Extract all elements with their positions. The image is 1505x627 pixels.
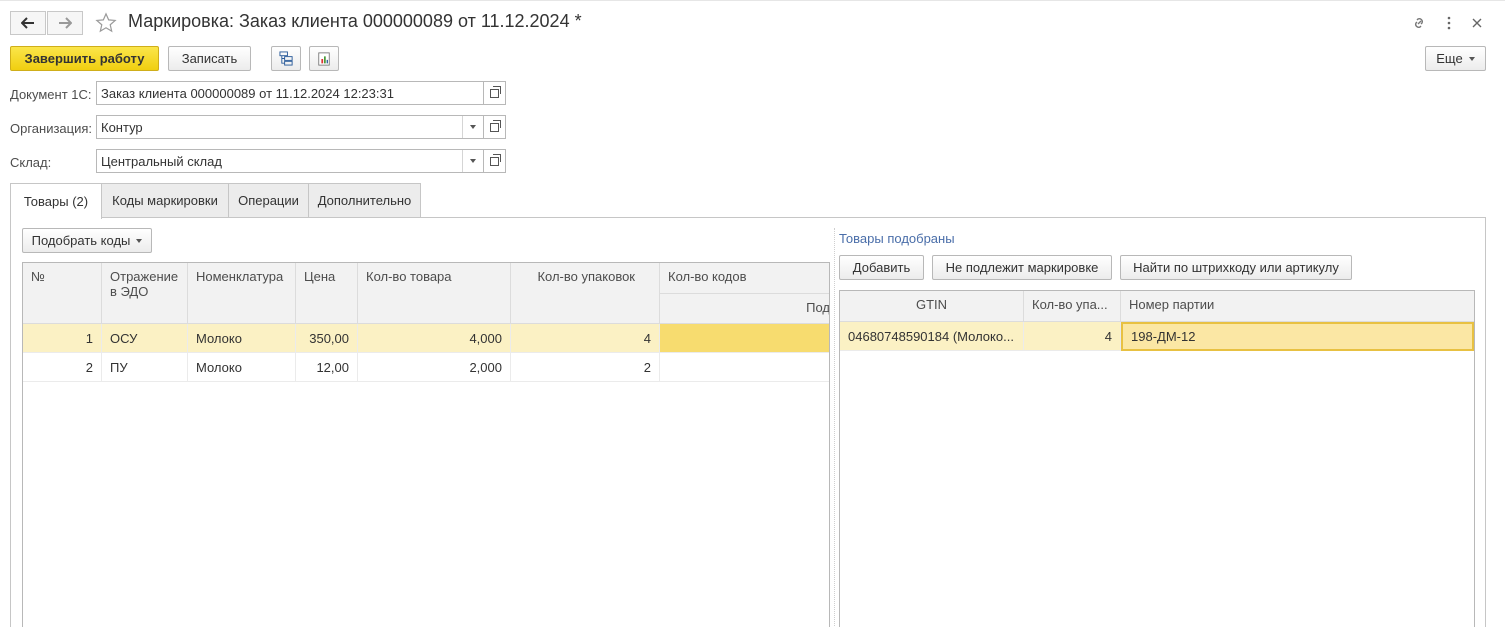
panel-splitter[interactable] <box>834 228 835 627</box>
table-cell-nomenclature[interactable]: Молоко <box>188 324 296 353</box>
find-by-barcode-button[interactable]: Найти по штрихкоду или артикулу <box>1120 255 1352 280</box>
pick-codes-button[interactable]: Подобрать коды <box>22 228 152 253</box>
tab-operations[interactable]: Операции <box>228 183 309 218</box>
table-cell-qty-goods[interactable]: 2,000 <box>358 353 511 382</box>
forward-button[interactable] <box>47 11 83 35</box>
organization-field[interactable]: Контур <box>96 115 484 139</box>
goods-table[interactable]: № Отражение в ЭДО Номенклатура Цена Кол-… <box>22 262 830 627</box>
window-title: Маркировка: Заказ клиента 000000089 от 1… <box>128 11 582 31</box>
table-cell-qty-packs[interactable]: 4 <box>511 324 660 353</box>
column-header-qty-goods[interactable]: Кол-во товара <box>358 263 511 324</box>
table-cell-qty-codes[interactable] <box>660 324 829 353</box>
arrow-right-icon <box>59 17 72 29</box>
warehouse-value: Центральный склад <box>101 153 222 169</box>
table-cell-gtin[interactable]: 04680748590184 (Молоко... <box>840 322 1024 351</box>
table-cell-qty-codes[interactable] <box>660 353 829 382</box>
column-header-qty-packs[interactable]: Кол-во упаковок <box>511 263 660 324</box>
warehouse-dropdown[interactable] <box>463 159 483 163</box>
favorite-star-icon[interactable] <box>95 12 117 34</box>
column-header-batch[interactable]: Номер партии <box>1121 291 1474 322</box>
column-header-price[interactable]: Цена <box>296 263 358 324</box>
column-header-qty-codes-sub[interactable]: Под <box>660 294 829 324</box>
report-icon <box>318 51 330 66</box>
table-cell-num[interactable]: 2 <box>23 353 102 382</box>
document-label: Документ 1С: <box>10 87 92 102</box>
chevron-down-icon <box>136 238 143 243</box>
table-cell-reflection[interactable]: ОСУ <box>102 324 188 353</box>
table-cell-qty-packs[interactable]: 4 <box>1024 322 1121 351</box>
selected-goods-table[interactable]: GTIN Кол-во упа... Номер партии 04680748… <box>839 290 1475 627</box>
column-header-reflection[interactable]: Отражение в ЭДО <box>102 263 188 324</box>
save-button[interactable]: Записать <box>168 46 251 71</box>
top-divider <box>0 0 1505 3</box>
chevron-down-icon <box>1468 56 1475 61</box>
document-open-button[interactable] <box>483 81 506 105</box>
organization-value: Контур <box>101 119 143 135</box>
table-cell-reflection[interactable]: ПУ <box>102 353 188 382</box>
warehouse-open-button[interactable] <box>483 149 506 173</box>
chevron-down-icon <box>470 125 476 129</box>
open-icon <box>490 85 501 98</box>
chevron-down-icon <box>470 159 476 163</box>
column-header-qty-packs[interactable]: Кол-во упа... <box>1024 291 1121 322</box>
table-cell-nomenclature[interactable]: Молоко <box>188 353 296 382</box>
close-icon[interactable] <box>1468 14 1486 32</box>
arrow-left-icon <box>21 17 34 29</box>
organization-open-button[interactable] <box>483 115 506 139</box>
column-header-gtin[interactable]: GTIN <box>840 291 1024 322</box>
column-header-reflection-line1: Отражение <box>110 269 179 284</box>
table-cell-price[interactable]: 12,00 <box>296 353 358 382</box>
tab-marking-codes[interactable]: Коды маркировки <box>101 183 229 218</box>
back-button[interactable] <box>10 11 46 35</box>
column-header-nomenclature[interactable]: Номенклатура <box>188 263 296 324</box>
finish-button[interactable]: Завершить работу <box>10 46 159 71</box>
table-cell-batch[interactable]: 198-ДМ-12 <box>1121 322 1474 351</box>
gtin-value: 04680748590184 (Молоко... <box>848 328 1014 344</box>
more-button[interactable]: Еще <box>1425 46 1486 71</box>
tab-additional[interactable]: Дополнительно <box>308 183 421 218</box>
open-icon <box>490 119 501 132</box>
warehouse-field[interactable]: Центральный склад <box>96 149 484 173</box>
more-vertical-icon[interactable] <box>1440 14 1458 32</box>
column-header-qty-codes[interactable]: Кол-во кодов <box>660 263 829 294</box>
selected-goods-title: Товары подобраны <box>839 231 955 246</box>
table-cell-num[interactable]: 1 <box>23 324 102 353</box>
table-cell-qty-goods[interactable]: 4,000 <box>358 324 511 353</box>
report-button[interactable] <box>309 46 339 71</box>
open-icon <box>490 153 501 166</box>
organization-dropdown[interactable] <box>463 125 483 129</box>
tab-goods[interactable]: Товары (2) <box>10 183 102 219</box>
table-cell-price[interactable]: 350,00 <box>296 324 358 353</box>
column-header-reflection-line2: в ЭДО <box>110 284 149 299</box>
document-field[interactable]: Заказ клиента 000000089 от 11.12.2024 12… <box>96 81 484 105</box>
column-header-num[interactable]: № <box>23 263 102 324</box>
pick-codes-label: Подобрать коды <box>31 233 131 248</box>
more-button-label: Еще <box>1436 51 1463 66</box>
table-cell-qty-packs[interactable]: 2 <box>511 353 660 382</box>
structure-icon <box>278 51 293 66</box>
not-marked-button[interactable]: Не подлежит маркировке <box>932 255 1112 280</box>
structure-button[interactable] <box>271 46 301 71</box>
organization-label: Организация: <box>10 121 93 136</box>
warehouse-label: Склад: <box>10 155 52 170</box>
link-icon[interactable] <box>1410 14 1428 32</box>
add-button[interactable]: Добавить <box>839 255 924 280</box>
